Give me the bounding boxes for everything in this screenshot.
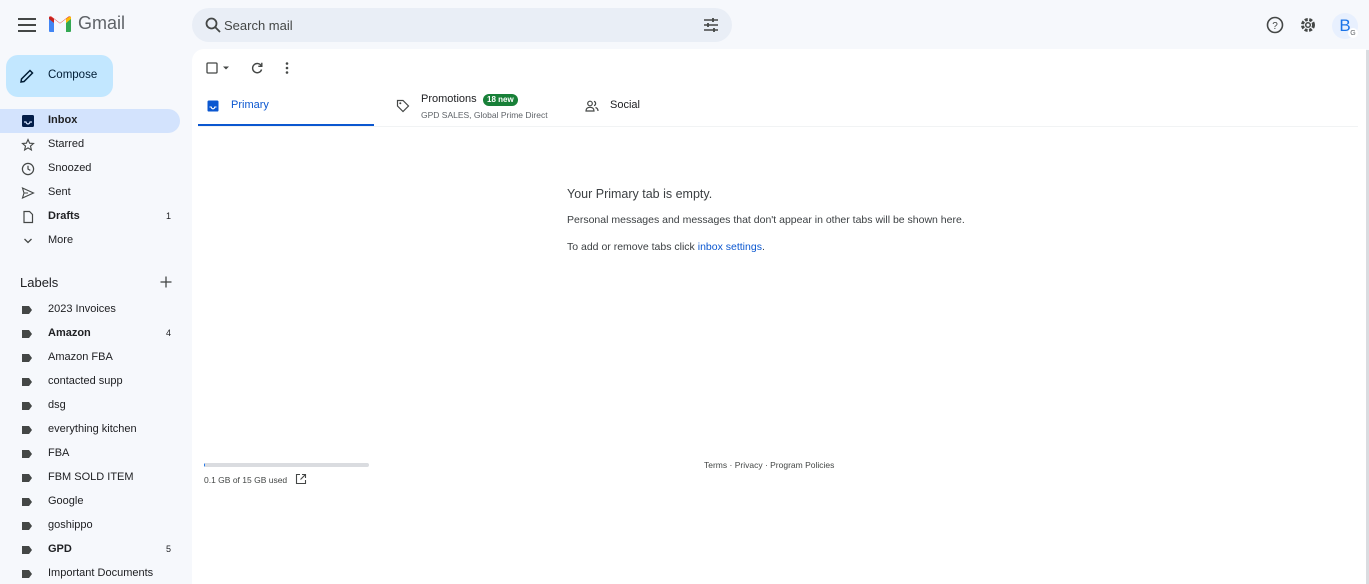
empty-state-description: Personal messages and messages that don'… [567,214,965,226]
label-item[interactable]: everything kitchen [0,418,180,442]
sidebar-item-snoozed[interactable]: Snoozed [0,157,180,181]
tab-social[interactable]: Social [577,86,753,127]
label-item[interactable]: 2023 Invoices [0,298,180,322]
sidebar-item-starred[interactable]: Starred [0,133,180,157]
inbox-settings-link[interactable]: inbox settings [698,241,762,253]
drafts-count: 1 [165,211,171,221]
search-icon[interactable] [204,16,222,34]
tab-promotions[interactable] [388,86,568,127]
select-checkbox-icon[interactable] [206,62,218,74]
footer-links: Terms · Privacy · Program Policies [704,460,835,470]
label-item[interactable]: contacted supp [0,370,180,394]
empty-state-title: Your Primary tab is empty. [567,187,713,201]
tag-icon [396,99,410,113]
label-item[interactable]: FBM SOLD ITEM [0,466,180,490]
tab-primary[interactable]: Primary [198,86,374,127]
help-icon[interactable]: ? [1265,15,1285,35]
storage-usage-text: 0.1 GB of 15 GB used [204,475,288,485]
more-vert-icon[interactable] [280,61,294,75]
program-policies-link[interactable]: Program Policies [770,460,834,470]
label-tag-icon [22,498,32,506]
label-tag-icon [22,426,32,434]
people-icon [585,100,599,112]
send-icon [21,186,35,200]
tabs-divider [198,126,1358,127]
compose-button[interactable]: Compose [6,55,113,97]
gmail-logo-icon [49,15,71,32]
label-tag-icon [22,306,32,314]
draft-file-icon [23,210,34,224]
label-item[interactable]: Amazon FBA [0,346,180,370]
sidebar-item-drafts[interactable]: Drafts 1 [0,205,180,229]
storage-meter [204,463,369,467]
label-item[interactable]: Amazon 4 [0,322,180,346]
app-header: Gmail ? B G [0,0,1369,50]
sidebar-item-sent[interactable]: Sent [0,181,180,205]
label-item[interactable]: dsg [0,394,180,418]
add-label-icon[interactable] [159,275,173,289]
app-name: Gmail [78,13,126,33]
label-item[interactable]: Important Documents [0,562,180,584]
label-tag-icon [22,378,32,386]
search-bar[interactable] [192,8,732,42]
label-tag-icon [22,354,32,362]
label-tag-icon [22,330,32,338]
terms-link[interactable]: Terms [704,460,727,470]
pencil-icon [20,69,34,83]
main-menu-icon[interactable] [14,12,40,38]
star-icon [21,138,35,152]
label-tag-icon [22,450,32,458]
labels-heading: Labels [20,275,59,290]
promotions-label: Promotions [421,93,477,105]
sidebar-item-inbox[interactable]: Inbox [0,109,180,133]
clock-icon [21,162,35,176]
promotions-senders: GPD SALES, Global Prime Direct [421,110,548,120]
chevron-down-icon [24,238,32,244]
storage-meter-fill [204,463,206,467]
search-input[interactable] [224,12,674,38]
open-in-new-icon[interactable] [295,473,307,485]
compose-label: Compose [48,69,98,81]
empty-state-hint: To add or remove tabs click inbox settin… [567,241,765,253]
label-item[interactable]: goshippo [0,514,180,538]
sidebar-item-more[interactable]: More [0,229,180,253]
label-item[interactable]: GPD 5 [0,538,180,562]
inbox-icon [207,100,219,112]
label-tag-icon [22,402,32,410]
label-item[interactable]: Google [0,490,180,514]
inbox-icon [22,115,34,127]
search-options-icon[interactable] [702,16,720,34]
label-tag-icon [22,522,32,530]
label-item[interactable]: FBA [0,442,180,466]
label-tag-icon [22,570,32,578]
avatar-badge: G [1348,28,1358,38]
label-tag-icon [22,546,32,554]
settings-gear-icon[interactable] [1298,15,1318,35]
promotions-new-badge: 18 new [483,94,518,106]
privacy-link[interactable]: Privacy [735,460,763,470]
svg-text:?: ? [1272,21,1278,32]
gmail-logo[interactable]: Gmail [48,13,125,34]
label-tag-icon [22,474,32,482]
main-panel: Primary Promotions 18 new GPD SALES, Glo… [192,49,1366,584]
select-dropdown-icon[interactable] [222,65,230,71]
refresh-icon[interactable] [250,61,264,75]
